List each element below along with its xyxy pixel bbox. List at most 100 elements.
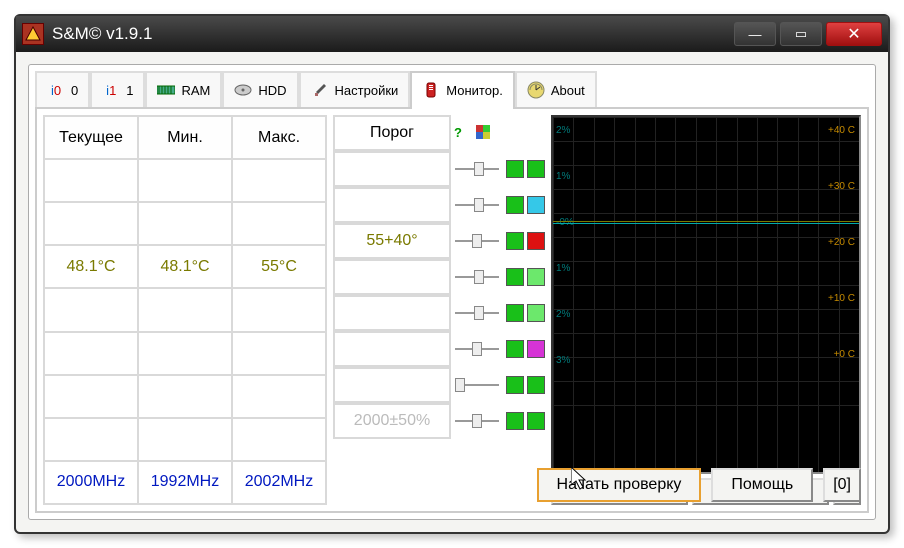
threshold-cell [333, 331, 451, 367]
client-area: i0 0 i1 1 RAM HDD Настройки Монитор. [28, 64, 876, 520]
threshold-slider[interactable] [455, 268, 499, 286]
status-led[interactable] [506, 412, 524, 430]
tab-settings[interactable]: Настройки [299, 71, 411, 107]
status-led[interactable] [506, 304, 524, 322]
tab-monitor[interactable]: Монитор. [410, 71, 515, 107]
color-swatch[interactable] [527, 376, 545, 394]
threshold-cell [333, 259, 451, 295]
table-row [44, 288, 326, 331]
tab-label: HDD [258, 83, 286, 98]
threshold-row [333, 151, 545, 187]
minimize-button[interactable]: — [734, 22, 776, 46]
threshold-slider[interactable] [455, 412, 499, 430]
threshold-row: 55+40° [333, 223, 545, 259]
tab-ram[interactable]: RAM [145, 71, 222, 107]
tab-label: RAM [181, 83, 210, 98]
start-check-button[interactable]: Начать проверку [537, 468, 702, 502]
threshold-row: 2000±50% [333, 403, 545, 439]
tab-label: About [551, 83, 585, 98]
help-button[interactable]: Помощь [711, 468, 813, 502]
threshold-cell [333, 295, 451, 331]
temp-scale-label: +20 C [828, 237, 855, 248]
app-window: S&M© v1.9.1 — ▭ ✕ i0 0 i1 1 RAM HDD [14, 14, 890, 534]
table-row [44, 418, 326, 461]
cell-max: 55°C [232, 245, 326, 288]
y-tick-label: 2% [556, 309, 570, 320]
tab-cpu0[interactable]: i0 0 [35, 71, 90, 107]
table-row [44, 202, 326, 245]
titlebar[interactable]: S&M© v1.9.1 — ▭ ✕ [16, 16, 888, 52]
tab-label: 0 [71, 83, 78, 98]
threshold-cell: 55+40° [333, 223, 451, 259]
window-title: S&M© v1.9.1 [52, 24, 734, 44]
color-swatch[interactable] [527, 160, 545, 178]
tab-cpu1[interactable]: i1 1 [90, 71, 145, 107]
close-button[interactable]: ✕ [826, 22, 882, 46]
status-led[interactable] [506, 340, 524, 358]
about-icon [527, 81, 545, 99]
status-led[interactable] [506, 232, 524, 250]
graph-area: 2%1%-0%1%2%3%+40 C+30 C+20 C+10 C+0 C Сб… [551, 115, 861, 505]
status-led[interactable] [506, 196, 524, 214]
threshold-cell [333, 187, 451, 223]
color-swatch[interactable] [527, 268, 545, 286]
tab-hdd[interactable]: HDD [222, 71, 298, 107]
color-swatch[interactable] [527, 412, 545, 430]
color-swatch[interactable] [527, 196, 545, 214]
col-threshold: Порог [333, 115, 451, 151]
y-tick-label: 1% [556, 263, 570, 274]
hdd-icon [234, 81, 252, 99]
threshold-slider[interactable] [455, 304, 499, 322]
table-row [44, 332, 326, 375]
threshold-column: Порог ? 55+40° 2000±50% [333, 115, 545, 505]
y-tick-label: 3% [556, 355, 570, 366]
threshold-cell [333, 151, 451, 187]
color-swatch[interactable] [527, 304, 545, 322]
monitor-icon [422, 81, 440, 99]
graph-canvas: 2%1%-0%1%2%3%+40 C+30 C+20 C+10 C+0 C [551, 115, 861, 474]
cell-current: 48.1°C [44, 245, 138, 288]
threshold-slider[interactable] [455, 340, 499, 358]
threshold-slider[interactable] [455, 160, 499, 178]
threshold-slider[interactable] [455, 376, 499, 394]
color-swatch[interactable] [527, 232, 545, 250]
threshold-row [333, 367, 545, 403]
y-tick-label: 1% [556, 171, 570, 182]
temp-scale-label: +10 C [828, 293, 855, 304]
cell-min: 48.1°C [138, 245, 232, 288]
threshold-cell [333, 367, 451, 403]
temp-scale-label: +0 C [834, 349, 855, 360]
temp-scale-label: +30 C [828, 181, 855, 192]
threshold-row [333, 259, 545, 295]
threshold-row [333, 187, 545, 223]
tab-label: Монитор. [446, 83, 503, 98]
threshold-cell: 2000±50% [333, 403, 451, 439]
hammer-icon [311, 81, 329, 99]
col-current: Текущее [44, 116, 138, 159]
color-swatch[interactable] [527, 340, 545, 358]
status-led[interactable] [506, 268, 524, 286]
palette-icon[interactable] [476, 125, 492, 141]
app-icon [22, 23, 44, 45]
help-icon[interactable]: ? [454, 125, 470, 141]
monitor-panel: Текущее Мин. Макс. 48.1°C 48.1°C 55°C 20… [35, 107, 869, 513]
threshold-slider[interactable] [455, 196, 499, 214]
bottom-bar: Начать проверку Помощь [0] [43, 465, 861, 505]
cpu0-icon: i0 [47, 81, 65, 99]
threshold-row [333, 331, 545, 367]
status-led[interactable] [506, 376, 524, 394]
table-row [44, 375, 326, 418]
status-led[interactable] [506, 160, 524, 178]
tab-about[interactable]: About [515, 71, 597, 107]
maximize-button[interactable]: ▭ [780, 22, 822, 46]
col-min: Мин. [138, 116, 232, 159]
temp-scale-label: +40 C [828, 125, 855, 136]
tab-bar: i0 0 i1 1 RAM HDD Настройки Монитор. [35, 71, 869, 107]
cpu1-icon: i1 [102, 81, 120, 99]
count-button[interactable]: [0] [823, 468, 861, 502]
col-max: Макс. [232, 116, 326, 159]
tab-label: Настройки [335, 83, 399, 98]
y-tick-label: 2% [556, 125, 570, 136]
threshold-slider[interactable] [455, 232, 499, 250]
table-row: 48.1°C 48.1°C 55°C [44, 245, 326, 288]
